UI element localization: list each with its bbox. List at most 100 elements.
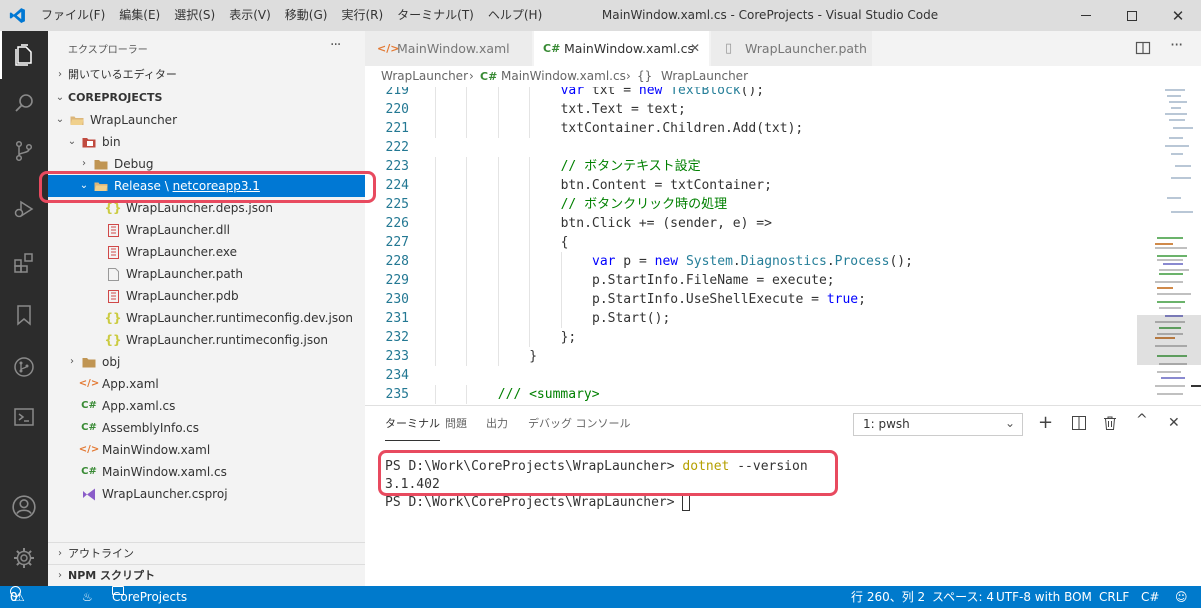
maximize-button[interactable]	[1109, 0, 1155, 31]
menu-selection[interactable]: 選択(S)	[167, 0, 222, 31]
indent-guide	[529, 100, 560, 119]
split-editor-button[interactable]	[1135, 40, 1151, 56]
code-text: btn.Content = txtContainer;	[560, 178, 772, 193]
open-editors-section[interactable]: › 開いているエディター	[48, 64, 365, 86]
search-icon	[15, 94, 33, 112]
tree-item[interactable]: C# AssemblyInfo.cs	[48, 417, 365, 439]
tree-item[interactable]: ⌄ bin	[48, 131, 365, 153]
code-text: // ボタンクリック時の処理	[560, 197, 728, 212]
indent-guide	[435, 347, 466, 366]
indent-guide	[466, 176, 497, 195]
code-line: 221 txtContainer.Children.Add(txt);	[365, 119, 1135, 138]
accounts-button[interactable]	[0, 483, 48, 531]
line-number: 234	[385, 368, 409, 383]
tab-output[interactable]: 出力	[486, 406, 508, 442]
menu-bar: ファイル(F) 編集(E) 選択(S) 表示(V) 移動(G) 実行(R) ター…	[34, 0, 549, 31]
tree-item[interactable]: WrapLauncher.pdb	[48, 285, 365, 307]
tab-debug-console[interactable]: デバッグ コンソール	[528, 406, 631, 442]
indent-guide	[529, 157, 560, 176]
encoding[interactable]: UTF-8 with BOM	[996, 586, 1092, 608]
close-tab-icon[interactable]: ✕	[690, 31, 700, 66]
npm-scripts-section[interactable]: › NPM スクリプト	[48, 564, 365, 586]
live-share-icon[interactable]: ♨	[82, 586, 93, 608]
file-icon: ▯	[725, 41, 733, 56]
search-button[interactable]	[0, 79, 48, 127]
tree-item-label: WrapLauncher.csproj	[102, 487, 228, 501]
outline-section[interactable]: › アウトライン	[48, 542, 365, 564]
minimize-button[interactable]	[1063, 0, 1109, 31]
explorer-button[interactable]	[0, 31, 48, 79]
line-number: 233	[385, 349, 409, 364]
workspace-section[interactable]: ⌄ COREPROJECTS	[48, 87, 365, 109]
tree-item[interactable]: C# App.xaml.cs	[48, 395, 365, 417]
tree-item[interactable]: </> MainWindow.xaml	[48, 439, 365, 461]
kill-terminal-button[interactable]	[1103, 416, 1117, 433]
tab-terminal[interactable]: ターミナル	[385, 406, 440, 441]
menu-terminal[interactable]: ターミナル(T)	[390, 0, 481, 31]
tab-wraplauncher-path[interactable]: ▯ WrapLauncher.path	[711, 31, 873, 66]
breadcrumb-folder[interactable]: WrapLauncher	[381, 66, 468, 87]
chevron-right-icon: ›	[58, 548, 62, 559]
tree-item[interactable]: WrapLauncher.dll	[48, 219, 365, 241]
indent-guide	[497, 252, 529, 271]
tree-item[interactable]: WrapLauncher.exe	[48, 241, 365, 263]
tree-item[interactable]: </> App.xaml	[48, 373, 365, 395]
indent-guide	[529, 214, 560, 233]
menu-help[interactable]: ヘルプ(H)	[481, 0, 549, 31]
indent-guide	[497, 290, 529, 309]
indent-guide	[529, 87, 560, 100]
chevron-down-icon: ⌄	[55, 92, 65, 103]
cursor	[682, 494, 691, 511]
more-actions-icon[interactable]: ···	[1170, 35, 1183, 54]
tree-item[interactable]: WrapLauncher.path	[48, 263, 365, 285]
breadcrumb-file[interactable]: MainWindow.xaml.cs	[501, 66, 626, 87]
close-window-button[interactable]: ✕	[1155, 0, 1201, 31]
indent-guide	[435, 176, 466, 195]
code-text: var p = new System.Diagnostics.Process()…	[592, 254, 913, 269]
indentation[interactable]: スペース: 4	[932, 586, 994, 608]
tree-item[interactable]: {} WrapLauncher.runtimeconfig.json	[48, 329, 365, 351]
source-control-button[interactable]	[0, 127, 48, 175]
git-graph-button[interactable]	[0, 343, 48, 391]
tree-item[interactable]: C# MainWindow.xaml.cs	[48, 461, 365, 483]
terminal-select[interactable]: 1: pwsh ⌄	[853, 413, 1023, 436]
language-mode[interactable]: C#	[1141, 586, 1159, 608]
explorer-title: エクスプローラー	[68, 45, 148, 56]
explorer-sidebar: エクスプローラー ··· › 開いているエディター ⌄ COREPROJECTS…	[48, 31, 365, 586]
tab-mainwindow-xaml[interactable]: </> MainWindow.xaml	[365, 31, 533, 66]
end-of-line[interactable]: CRLF	[1099, 586, 1129, 608]
menu-view[interactable]: 表示(V)	[222, 0, 278, 31]
feedback-icon[interactable]: ☺	[1175, 586, 1188, 608]
bookmarks-button[interactable]	[0, 291, 48, 339]
new-terminal-button[interactable]: +	[1038, 414, 1053, 432]
extensions-button[interactable]	[0, 239, 48, 287]
manage-button[interactable]	[0, 534, 48, 582]
menu-edit[interactable]: 編集(E)	[112, 0, 167, 31]
menu-file[interactable]: ファイル(F)	[34, 0, 112, 31]
code-editor[interactable]: 219 var txt = new TextBlock(); 220 txt.Text…	[365, 87, 1135, 405]
minimap[interactable]	[1135, 87, 1201, 405]
menu-run[interactable]: 実行(R)	[334, 0, 390, 31]
tab-label: WrapLauncher.path	[745, 41, 867, 56]
menu-go[interactable]: 移動(G)	[278, 0, 335, 31]
tree-item-label: MainWindow.xaml	[102, 443, 211, 457]
terminal-line: PS D:\Work\CoreProjects\WrapLauncher>	[385, 494, 808, 512]
more-actions-icon[interactable]: ···	[330, 37, 341, 53]
terminal-view-button[interactable]	[0, 393, 48, 441]
tab-mainwindow-xaml-cs[interactable]: C# MainWindow.xaml.cs ✕	[534, 31, 710, 66]
tree-item[interactable]: WrapLauncher.csproj	[48, 483, 365, 505]
indent-guide	[435, 328, 466, 347]
split-terminal-button[interactable]	[1072, 416, 1086, 433]
csharp-icon: C#	[543, 42, 561, 55]
folder-bin-icon	[82, 131, 96, 153]
cursor-position[interactable]: 行 260、列 2	[851, 586, 925, 608]
tab-problems[interactable]: 問題	[445, 406, 467, 442]
tree-item[interactable]: {} WrapLauncher.runtimeconfig.dev.json	[48, 307, 365, 329]
indent-guide	[529, 290, 560, 309]
maximize-panel-button[interactable]: ^	[1136, 412, 1148, 428]
breadcrumb-symbol[interactable]: WrapLauncher	[661, 66, 748, 87]
close-panel-button[interactable]: ✕	[1168, 415, 1180, 431]
tree-item[interactable]: ⌄ WrapLauncher	[48, 109, 365, 131]
tree-item[interactable]: › obj	[48, 351, 365, 373]
tree-item-label: WrapLauncher	[90, 113, 177, 127]
